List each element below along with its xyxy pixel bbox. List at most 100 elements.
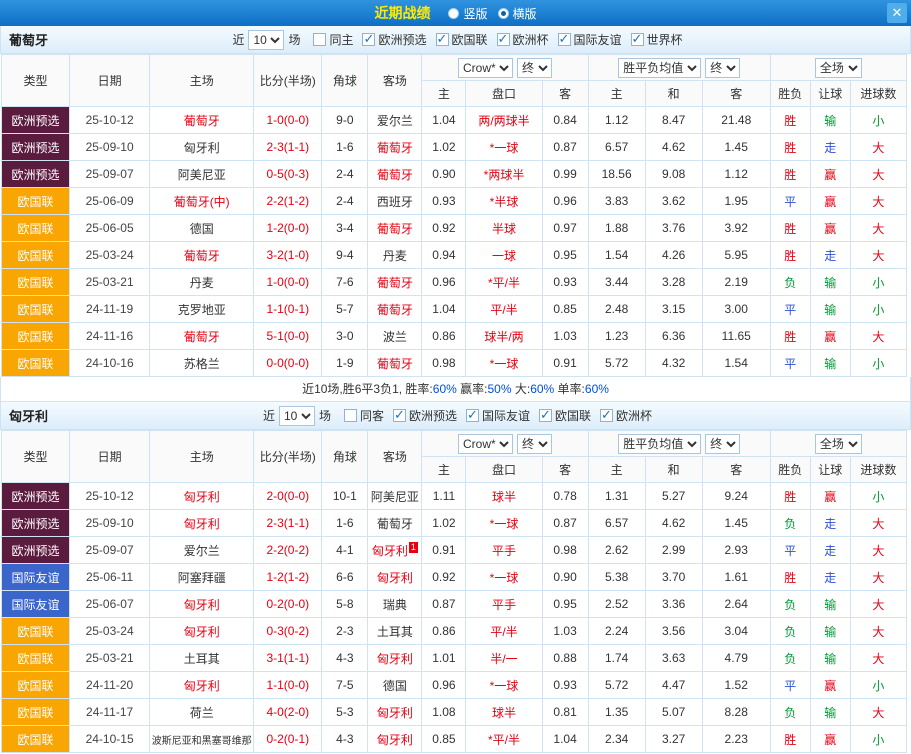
- fulltime-select[interactable]: 全场: [815, 434, 862, 454]
- away-team-name: 德国: [383, 679, 407, 693]
- result-handicap: 赢: [810, 215, 850, 242]
- avg-stage-select[interactable]: 终: [705, 58, 740, 78]
- league-badge: 欧洲预选: [2, 510, 70, 537]
- home-team: 波斯尼亚和黑塞哥维那: [150, 726, 254, 753]
- handicap: 平手: [466, 537, 542, 564]
- result-goals: 大: [850, 323, 906, 350]
- avg-home: 6.57: [588, 134, 645, 161]
- handicap: *一球: [466, 564, 542, 591]
- column-header: 客场: [368, 55, 422, 107]
- odds-home: 1.04: [422, 107, 466, 134]
- odds-home: 1.02: [422, 134, 466, 161]
- avg-draw: 3.62: [645, 188, 702, 215]
- column-subheader: 让球: [810, 457, 850, 483]
- dialog-title: 近期战绩: [374, 3, 430, 23]
- odds-away: 0.84: [542, 107, 588, 134]
- avg-away: 1.45: [702, 510, 770, 537]
- filter-checkbox[interactable]: 欧国联: [436, 31, 488, 48]
- column-subheader: 客: [542, 81, 588, 107]
- home-team: 葡萄牙: [150, 323, 254, 350]
- handicap: *半球: [466, 188, 542, 215]
- filter-checkbox[interactable]: 欧洲预选: [393, 407, 457, 424]
- away-team: 葡萄牙: [368, 269, 422, 296]
- odds-company-select[interactable]: Crow*: [458, 434, 513, 454]
- away-team: 土耳其: [368, 618, 422, 645]
- filter-checkbox[interactable]: 欧洲杯: [497, 31, 549, 48]
- avg-away: 1.52: [702, 672, 770, 699]
- recent-count-select[interactable]: 10: [248, 30, 284, 50]
- fulltime-select[interactable]: 全场: [815, 58, 862, 78]
- score: 5-1(0-0): [254, 323, 322, 350]
- league-badge: 欧国联: [2, 672, 70, 699]
- checkbox-label: 国际友谊: [482, 407, 530, 424]
- match-row: 欧国联24-11-19克罗地亚1-1(0-1)5-7葡萄牙1.04平/半0.85…: [2, 296, 907, 323]
- filter-checkbox[interactable]: 欧洲杯: [600, 407, 652, 424]
- layout-radio-option[interactable]: 竖版: [448, 5, 487, 22]
- score: 1-0(0-0): [254, 107, 322, 134]
- checkbox-icon: [362, 33, 375, 46]
- titlebar: 近期战绩 竖版横版 ✕: [0, 0, 911, 26]
- odds-stage-select[interactable]: 终: [517, 58, 552, 78]
- avg-away: 1.54: [702, 350, 770, 377]
- avg-away: 4.79: [702, 645, 770, 672]
- home-team: 匈牙利: [150, 483, 254, 510]
- away-team: 葡萄牙: [368, 510, 422, 537]
- away-team-name: 波兰: [383, 330, 407, 344]
- away-team: 葡萄牙: [368, 296, 422, 323]
- filter-checkbox[interactable]: 国际友谊: [558, 31, 622, 48]
- avg-type-select[interactable]: 胜平负均值: [618, 434, 701, 454]
- filter-checkbox[interactable]: 同主: [313, 31, 353, 48]
- away-team: 爱尔兰: [368, 107, 422, 134]
- score: 1-1(0-1): [254, 296, 322, 323]
- avg-draw: 3.27: [645, 726, 702, 753]
- score: 1-1(0-0): [254, 672, 322, 699]
- match-row: 欧国联24-10-16苏格兰0-0(0-0)1-9葡萄牙0.98*一球0.915…: [2, 350, 907, 377]
- odds-company-select[interactable]: Crow*: [458, 58, 513, 78]
- away-team-name: 匈牙利: [377, 571, 413, 585]
- column-subheader: 让球: [810, 81, 850, 107]
- odds-away: 0.93: [542, 672, 588, 699]
- checkbox-label: 欧洲杯: [616, 407, 652, 424]
- avg-away: 21.48: [702, 107, 770, 134]
- column-subheader: 进球数: [850, 457, 906, 483]
- odds-away: 0.78: [542, 483, 588, 510]
- result-goals: 小: [850, 726, 906, 753]
- corners: 7-5: [322, 672, 368, 699]
- radio-label: 竖版: [463, 5, 487, 22]
- result-wdl: 负: [770, 269, 810, 296]
- recent-count-select[interactable]: 10: [279, 406, 315, 426]
- filter-checkbox[interactable]: 世界杯: [631, 31, 683, 48]
- column-header: 比分(半场): [254, 431, 322, 483]
- result-handicap: 输: [810, 296, 850, 323]
- match-date: 25-09-07: [70, 161, 150, 188]
- result-handicap: 走: [810, 134, 850, 161]
- corners: 2-3: [322, 618, 368, 645]
- league-badge: 欧国联: [2, 269, 70, 296]
- filter-checkbox[interactable]: 国际友谊: [466, 407, 530, 424]
- match-row: 欧洲预选25-10-12匈牙利2-0(0-0)10-1阿美尼亚1.11球半0.7…: [2, 483, 907, 510]
- close-button[interactable]: ✕: [887, 3, 907, 23]
- filter-checkbox[interactable]: 欧国联: [539, 407, 591, 424]
- home-team: 匈牙利: [150, 672, 254, 699]
- checkbox-label: 欧洲杯: [513, 31, 549, 48]
- avg-stage-select[interactable]: 终: [705, 434, 740, 454]
- avg-draw: 6.36: [645, 323, 702, 350]
- home-team: 匈牙利: [150, 618, 254, 645]
- avg-home: 1.35: [588, 699, 645, 726]
- odds-stage-select[interactable]: 终: [517, 434, 552, 454]
- summary-segment: 近10场,胜6平3负1, 胜率:: [302, 382, 433, 396]
- away-team-name: 葡萄牙: [377, 517, 413, 531]
- handicap: *平/半: [466, 726, 542, 753]
- match-date: 25-03-21: [70, 645, 150, 672]
- away-team-name: 瑞典: [383, 598, 407, 612]
- column-header: 比分(半场): [254, 55, 322, 107]
- avg-type-select[interactable]: 胜平负均值: [618, 58, 701, 78]
- score: 2-2(0-2): [254, 537, 322, 564]
- filter-checkbox[interactable]: 欧洲预选: [362, 31, 426, 48]
- match-row: 国际友谊25-06-11阿塞拜疆1-2(1-2)6-6匈牙利0.92*一球0.9…: [2, 564, 907, 591]
- corners: 4-3: [322, 726, 368, 753]
- layout-radio-option[interactable]: 横版: [498, 5, 537, 22]
- result-wdl: 胜: [770, 726, 810, 753]
- filter-checkbox[interactable]: 同客: [344, 407, 384, 424]
- home-team: 爱尔兰: [150, 537, 254, 564]
